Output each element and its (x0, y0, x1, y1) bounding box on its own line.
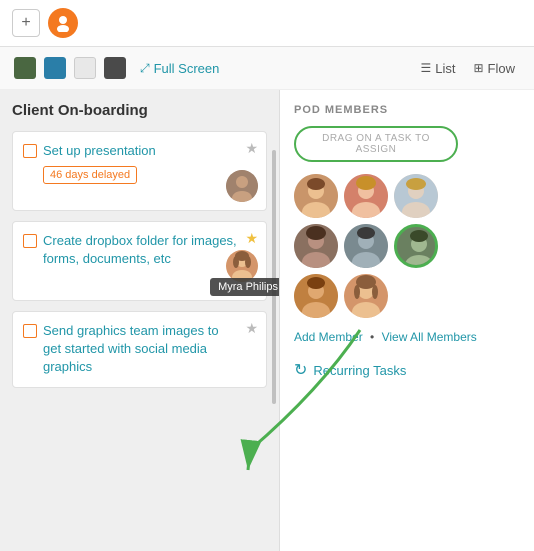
recurring-icon[interactable]: ↻ (294, 360, 307, 380)
right-panel: POD MEMBERS DRAG ON A TASK TO ASSIGN (280, 90, 534, 551)
recurring-section: ↻ Recurring Tasks (294, 360, 520, 380)
view-buttons: ☰ List ⊞ Flow (415, 59, 520, 78)
dot-separator: • (370, 330, 374, 344)
orange-avatar-button[interactable] (48, 8, 78, 38)
flow-icon: ⊞ (473, 61, 483, 75)
task-checkbox-3[interactable] (23, 324, 37, 338)
task-card: Set up presentation 46 days delayed ★ (12, 131, 267, 211)
member-avatar-5[interactable] (344, 224, 388, 268)
avatars-grid (294, 174, 520, 318)
fullscreen-label: Full Screen (154, 61, 220, 76)
list-icon: ☰ (420, 61, 431, 75)
member-avatar-6[interactable] (394, 224, 438, 268)
flow-view-button[interactable]: ⊞ Flow (468, 59, 520, 78)
myra-tooltip: Myra Philips (210, 278, 280, 296)
task-card-2: Create dropbox folder for images, forms,… (12, 221, 267, 301)
color-row: ⤢ Full Screen ☰ List ⊞ Flow (0, 47, 534, 90)
swatch-dark-gray[interactable] (104, 57, 126, 79)
drag-assign-box: DRAG ON A TASK TO ASSIGN (294, 126, 458, 162)
member-avatar-7[interactable] (294, 274, 338, 318)
list-view-button[interactable]: ☰ List (415, 59, 460, 78)
delay-badge-1: 46 days delayed (43, 166, 137, 184)
task-checkbox-1[interactable] (23, 144, 37, 158)
panel-title: Client On-boarding (12, 102, 267, 119)
task-card-3: Send graphics team images to get started… (12, 311, 267, 388)
member-links: Add Member • View All Members (294, 330, 520, 344)
star-icon-3[interactable]: ★ (245, 320, 258, 337)
member-avatar-3[interactable] (394, 174, 438, 218)
toolbar: + (0, 0, 534, 47)
person-icon (54, 14, 72, 32)
swatch-dark-green[interactable] (14, 57, 36, 79)
star-icon-1[interactable]: ★ (245, 140, 258, 157)
add-member-link[interactable]: Add Member (294, 330, 363, 344)
task-title-2: Create dropbox folder for images, forms,… (43, 232, 256, 268)
recurring-tasks-link[interactable]: Recurring Tasks (313, 363, 406, 378)
member-avatar-4[interactable] (294, 224, 338, 268)
member-avatar-myra[interactable] (344, 274, 388, 318)
star-icon-2[interactable]: ★ (245, 230, 258, 247)
task-checkbox-2[interactable] (23, 234, 37, 248)
view-all-link[interactable]: View All Members (382, 330, 477, 344)
main-content: Client On-boarding Set up presentation 4… (0, 90, 534, 551)
add-button[interactable]: + (12, 9, 40, 37)
expand-icon: ⤢ (140, 61, 150, 76)
avatar-1 (226, 170, 258, 202)
swatch-light-gray[interactable] (74, 57, 96, 79)
left-panel: Client On-boarding Set up presentation 4… (0, 90, 280, 551)
fullscreen-button[interactable]: ⤢ Full Screen (140, 61, 219, 76)
scrollbar[interactable] (272, 150, 276, 404)
member-avatar-2[interactable] (344, 174, 388, 218)
member-avatar-1[interactable] (294, 174, 338, 218)
task-title-3: Send graphics team images to get started… (43, 322, 256, 377)
pod-members-title: POD MEMBERS (294, 104, 520, 116)
swatch-teal[interactable] (44, 57, 66, 79)
task-title-1: Set up presentation (43, 142, 256, 160)
